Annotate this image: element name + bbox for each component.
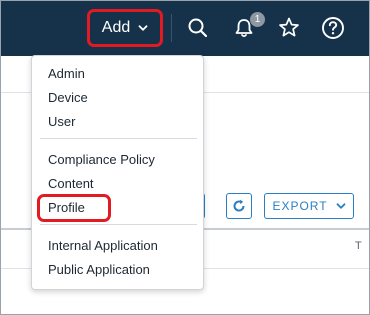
export-button[interactable]: EXPORT [264, 193, 354, 219]
menu-item-content[interactable]: Content [48, 176, 94, 191]
menu-item-public-application[interactable]: Public Application [48, 262, 150, 277]
top-nav-bar: Add 1 [1, 1, 369, 56]
menu-item-internal-application[interactable]: Internal Application [48, 238, 158, 253]
nav-divider [171, 14, 172, 42]
menu-divider [40, 138, 197, 139]
chevron-down-icon [138, 25, 148, 31]
notification-badge: 1 [250, 12, 265, 27]
menu-item-compliance-policy[interactable]: Compliance Policy [48, 152, 155, 167]
search-icon[interactable] [185, 15, 211, 41]
add-dropdown-menu: Admin Device User Compliance Policy Cont… [31, 55, 204, 290]
column-header: T [355, 240, 362, 252]
chevron-down-icon [336, 203, 345, 209]
add-label: Add [101, 19, 131, 36]
star-icon[interactable] [276, 15, 302, 41]
menu-item-admin[interactable]: Admin [48, 66, 85, 81]
menu-divider [40, 224, 197, 225]
add-button[interactable]: Add [87, 9, 163, 47]
refresh-button[interactable] [226, 193, 252, 219]
menu-item-user[interactable]: User [48, 114, 75, 129]
help-icon[interactable] [320, 15, 346, 41]
menu-item-device[interactable]: Device [48, 90, 88, 105]
export-label: EXPORT [272, 199, 328, 213]
profile-highlight [37, 194, 111, 222]
refresh-icon [233, 199, 245, 212]
